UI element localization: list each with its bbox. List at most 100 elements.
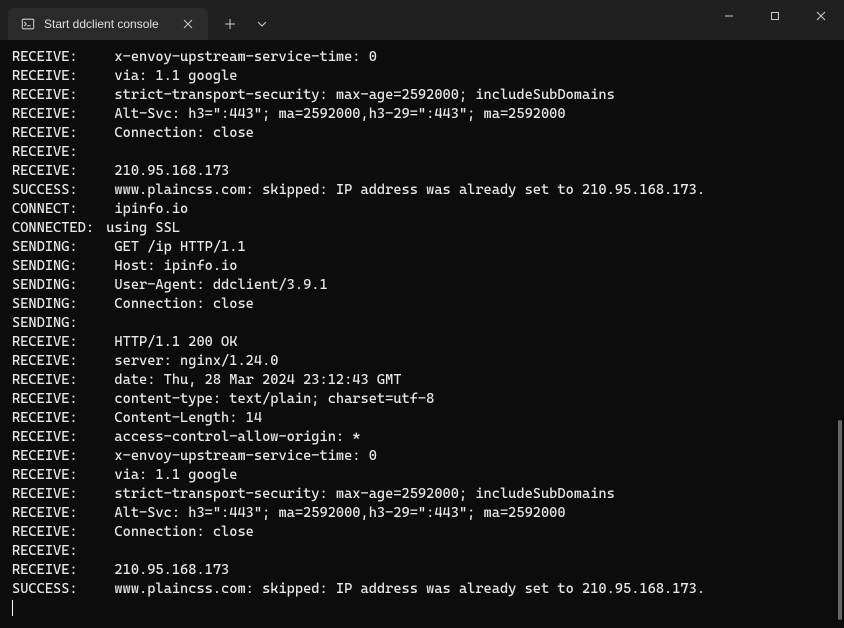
maximize-button[interactable]	[752, 0, 798, 32]
output-line: RECEIVE: date: Thu, 28 Mar 2024 23:12:43…	[12, 371, 832, 390]
output-line: RECEIVE: Content-Length: 14	[12, 409, 832, 428]
line-text: Alt-Svc: h3=":443"; ma=2592000,h3-29=":4…	[114, 106, 565, 122]
line-text: date: Thu, 28 Mar 2024 23:12:43 GMT	[114, 372, 401, 388]
output-line: RECEIVE: Connection: close	[12, 124, 832, 143]
line-text: access-control-allow-origin: *	[114, 429, 360, 445]
line-text: strict-transport-security: max-age=25920…	[114, 486, 614, 502]
tab-actions	[216, 10, 276, 38]
line-tag: RECEIVE:	[12, 143, 98, 162]
line-text: Connection: close	[114, 296, 253, 312]
line-tag: RECEIVE:	[12, 485, 98, 504]
terminal-output[interactable]: RECEIVE: x-envoy-upstream-service-time: …	[0, 40, 844, 628]
output-line: SENDING: User-Agent: ddclient/3.9.1	[12, 276, 832, 295]
output-line: RECEIVE: x-envoy-upstream-service-time: …	[12, 48, 832, 67]
line-tag: RECEIVE:	[12, 333, 98, 352]
title-bar: Start ddclient console	[0, 0, 844, 40]
window-controls	[706, 0, 844, 40]
scrollbar-thumb[interactable]	[838, 420, 842, 620]
line-tag: RECEIVE:	[12, 428, 98, 447]
line-text: User-Agent: ddclient/3.9.1	[114, 277, 327, 293]
line-tag: RECEIVE:	[12, 561, 98, 580]
output-line: SENDING: Host: ipinfo.io	[12, 257, 832, 276]
line-tag: RECEIVE:	[12, 162, 98, 181]
line-tag: RECEIVE:	[12, 542, 98, 561]
line-tag: RECEIVE:	[12, 466, 98, 485]
output-line: CONNECT: ipinfo.io	[12, 200, 832, 219]
line-tag: RECEIVE:	[12, 48, 98, 67]
tab-area: Start ddclient console	[0, 0, 276, 40]
tab-dropdown-button[interactable]	[248, 10, 276, 38]
line-tag: RECEIVE:	[12, 409, 98, 428]
active-tab[interactable]: Start ddclient console	[8, 8, 208, 40]
line-tag: SENDING:	[12, 238, 98, 257]
line-text: 210.95.168.173	[114, 163, 229, 179]
line-text: x-envoy-upstream-service-time: 0	[114, 448, 377, 464]
line-text: Alt-Svc: h3=":443"; ma=2592000,h3-29=":4…	[114, 505, 565, 521]
output-line: RECEIVE: Alt-Svc: h3=":443"; ma=2592000,…	[12, 105, 832, 124]
output-line: RECEIVE: server: nginx/1.24.0	[12, 352, 832, 371]
output-line: SENDING: GET /ip HTTP/1.1	[12, 238, 832, 257]
line-tag: CONNECTED:	[12, 219, 98, 238]
output-line: RECEIVE: access-control-allow-origin: *	[12, 428, 832, 447]
minimize-button[interactable]	[706, 0, 752, 32]
line-tag: SUCCESS:	[12, 181, 98, 200]
line-tag: RECEIVE:	[12, 86, 98, 105]
line-tag: SENDING:	[12, 314, 98, 333]
line-tag: RECEIVE:	[12, 124, 98, 143]
output-line: RECEIVE: 210.95.168.173	[12, 561, 832, 580]
new-tab-button[interactable]	[216, 10, 244, 38]
line-tag: RECEIVE:	[12, 67, 98, 86]
output-line: RECEIVE:	[12, 542, 832, 561]
output-line: RECEIVE: 210.95.168.173	[12, 162, 832, 181]
line-text: www.plaincss.com: skipped: IP address wa…	[114, 182, 705, 198]
output-line: RECEIVE: HTTP/1.1 200 OK	[12, 333, 832, 352]
line-text: server: nginx/1.24.0	[114, 353, 278, 369]
line-text: GET /ip HTTP/1.1	[114, 239, 245, 255]
terminal-icon	[20, 16, 36, 32]
line-text: via: 1.1 google	[114, 467, 237, 483]
output-line: SENDING: Connection: close	[12, 295, 832, 314]
output-line: SUCCESS: www.plaincss.com: skipped: IP a…	[12, 181, 832, 200]
output-line: RECEIVE: strict-transport-security: max-…	[12, 485, 832, 504]
output-line: RECEIVE: strict-transport-security: max-…	[12, 86, 832, 105]
tab-close-button[interactable]	[180, 16, 196, 32]
line-text: ipinfo.io	[114, 201, 188, 217]
line-text: Host: ipinfo.io	[114, 258, 237, 274]
line-text: Connection: close	[114, 125, 253, 141]
line-tag: RECEIVE:	[12, 504, 98, 523]
cursor-line	[12, 599, 832, 618]
line-text: using SSL	[98, 220, 180, 236]
line-tag: SUCCESS:	[12, 580, 98, 599]
output-line: SUCCESS: www.plaincss.com: skipped: IP a…	[12, 580, 832, 599]
output-line: RECEIVE: content-type: text/plain; chars…	[12, 390, 832, 409]
line-tag: RECEIVE:	[12, 352, 98, 371]
line-text: HTTP/1.1 200 OK	[114, 334, 237, 350]
line-tag: SENDING:	[12, 257, 98, 276]
line-text: 210.95.168.173	[114, 562, 229, 578]
line-tag: RECEIVE:	[12, 105, 98, 124]
line-tag: RECEIVE:	[12, 371, 98, 390]
output-line: RECEIVE:	[12, 143, 832, 162]
output-line: SENDING:	[12, 314, 832, 333]
output-line: RECEIVE: Alt-Svc: h3=":443"; ma=2592000,…	[12, 504, 832, 523]
line-text: strict-transport-security: max-age=25920…	[114, 87, 614, 103]
line-text: content-type: text/plain; charset=utf-8	[114, 391, 434, 407]
line-tag: SENDING:	[12, 276, 98, 295]
output-lines: RECEIVE: x-envoy-upstream-service-time: …	[12, 48, 832, 599]
line-text: x-envoy-upstream-service-time: 0	[114, 49, 377, 65]
line-text: www.plaincss.com: skipped: IP address wa…	[114, 581, 705, 597]
text-cursor	[12, 600, 13, 616]
output-line: RECEIVE: x-envoy-upstream-service-time: …	[12, 447, 832, 466]
line-text: Content-Length: 14	[114, 410, 262, 426]
output-line: RECEIVE: via: 1.1 google	[12, 466, 832, 485]
line-text: Connection: close	[114, 524, 253, 540]
line-tag: RECEIVE:	[12, 447, 98, 466]
line-tag: RECEIVE:	[12, 390, 98, 409]
line-tag: RECEIVE:	[12, 523, 98, 542]
output-line: RECEIVE: via: 1.1 google	[12, 67, 832, 86]
close-button[interactable]	[798, 0, 844, 32]
line-text: via: 1.1 google	[114, 68, 237, 84]
line-tag: CONNECT:	[12, 200, 98, 219]
output-line: RECEIVE: Connection: close	[12, 523, 832, 542]
tab-title: Start ddclient console	[44, 17, 172, 31]
